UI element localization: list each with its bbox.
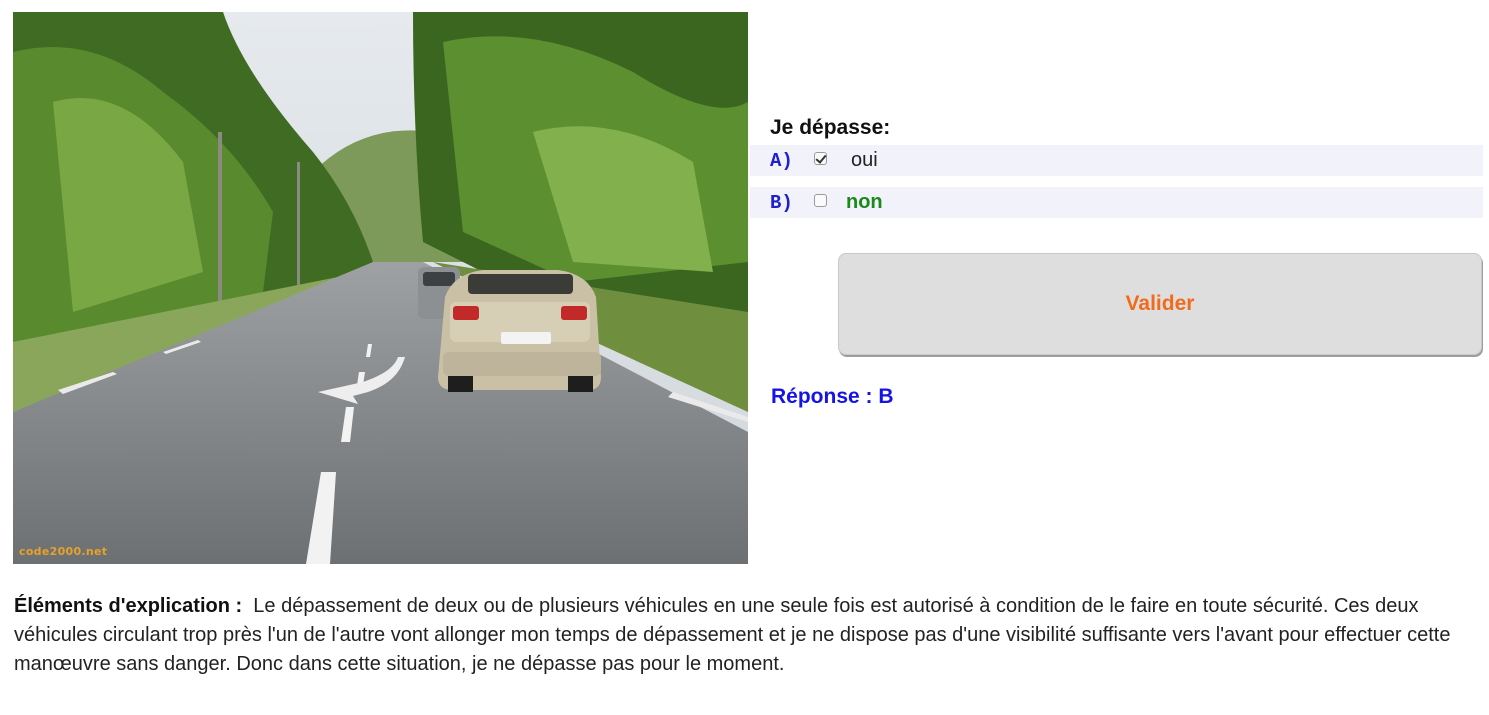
explanation-paragraph: Éléments d'explication : Le dépassement … [14,592,1474,679]
option-a-checkbox[interactable] [814,152,827,165]
checkmark-icon [815,152,827,164]
validate-button[interactable]: Valider [838,253,1482,355]
option-b-checkbox[interactable] [814,194,827,207]
option-b-label: non [846,191,883,213]
option-b-letter: B) [770,191,793,214]
image-watermark: code2000.net [19,545,108,558]
option-a-label: oui [851,149,878,171]
option-a-letter: A) [770,149,793,172]
answer-text: Réponse : B [771,385,894,408]
question-title: Je dépasse: [770,116,891,139]
option-a-row[interactable]: A) oui [750,145,1483,176]
explanation-label: Éléments d'explication : [14,595,243,617]
road-scene-image: code2000.net [13,12,748,564]
option-b-row[interactable]: B) non [750,187,1483,218]
